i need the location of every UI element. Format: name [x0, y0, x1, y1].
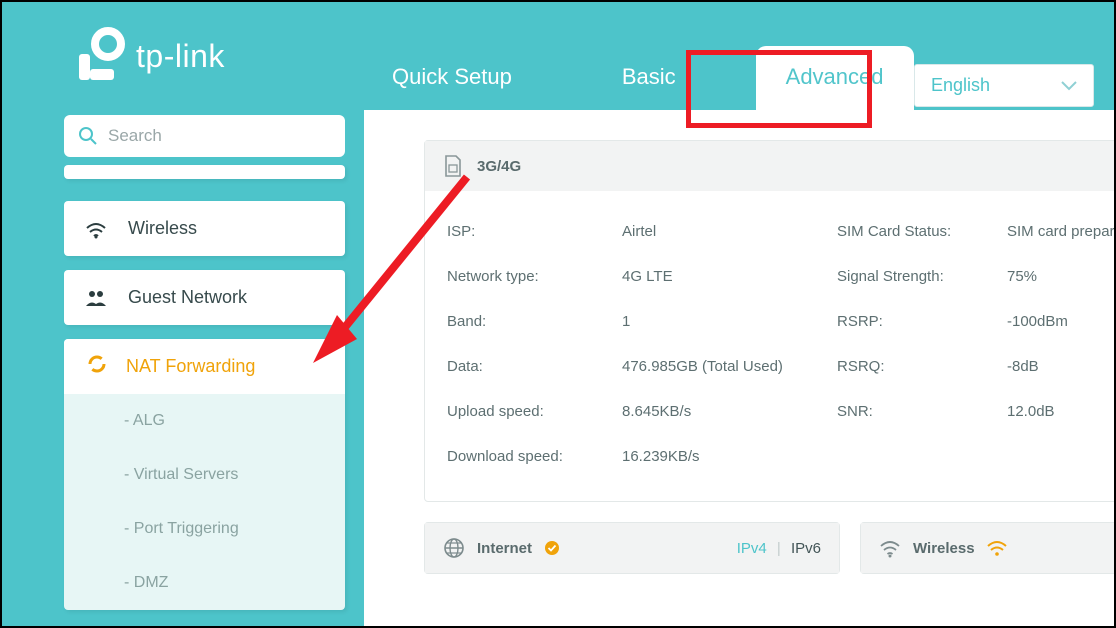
- search-icon: [78, 126, 98, 146]
- content-area: 3G/4G ISP: Airtel SIM Card Status: SIM c…: [364, 110, 1114, 626]
- sidebar-sub-virtual-servers[interactable]: - Virtual Servers: [64, 448, 345, 502]
- search-box[interactable]: [64, 115, 345, 157]
- wifi-icon: [879, 538, 901, 558]
- sidebar-collapsed-item[interactable]: [64, 165, 345, 179]
- sidebar-item-label: Guest Network: [128, 287, 247, 308]
- tab-quick-setup[interactable]: Quick Setup: [362, 46, 542, 110]
- rsrq-label: RSRQ:: [837, 358, 1007, 375]
- rsrp-value: -100dBm: [1007, 313, 1114, 330]
- panel-internet: Internet IPv4 | IPv6: [424, 522, 840, 574]
- data-label: Data:: [447, 358, 622, 375]
- snr-value: 12.0dB: [1007, 403, 1114, 420]
- tab-advanced[interactable]: Advanced: [756, 46, 914, 110]
- ipv4-option[interactable]: IPv4: [737, 540, 767, 557]
- isp-label: ISP:: [447, 223, 622, 240]
- search-input[interactable]: [108, 126, 331, 146]
- language-select[interactable]: English: [914, 64, 1094, 107]
- panel-wireless: Wireless: [860, 522, 1114, 574]
- sidebar-sub-dmz[interactable]: - DMZ: [64, 556, 345, 610]
- network-type-value: 4G LTE: [622, 268, 837, 285]
- panel-3g4g: 3G/4G ISP: Airtel SIM Card Status: SIM c…: [424, 140, 1114, 502]
- band-value: 1: [622, 313, 837, 330]
- isp-value: Airtel: [622, 223, 837, 240]
- internet-title: Internet: [477, 540, 532, 557]
- sim-icon: [443, 155, 463, 177]
- sidebar-item-label: Wireless: [128, 218, 197, 239]
- check-badge-icon: [544, 540, 560, 556]
- sidebar-item-wireless[interactable]: Wireless: [64, 201, 345, 256]
- ipv6-option[interactable]: IPv6: [791, 540, 821, 557]
- sidebar-item-nat-forwarding[interactable]: NAT Forwarding: [64, 339, 345, 394]
- sidebar-sub-port-triggering[interactable]: - Port Triggering: [64, 502, 345, 556]
- chevron-down-icon: [1061, 81, 1077, 91]
- sidebar-item-label: NAT Forwarding: [126, 356, 255, 377]
- data-value: 476.985GB (Total Used): [622, 358, 837, 375]
- sidebar-item-guest-network[interactable]: Guest Network: [64, 270, 345, 325]
- sim-status-label: SIM Card Status:: [837, 223, 1007, 240]
- snr-label: SNR:: [837, 403, 1007, 420]
- tp-link-logo-icon: [70, 26, 130, 86]
- wifi-icon: [84, 217, 108, 241]
- language-value: English: [931, 75, 990, 96]
- wireless-title: Wireless: [913, 540, 975, 557]
- users-icon: [84, 286, 108, 310]
- upload-speed-value: 8.645KB/s: [622, 403, 837, 420]
- rsrp-label: RSRP:: [837, 313, 1007, 330]
- ip-version-toggle[interactable]: IPv4 | IPv6: [737, 540, 821, 557]
- network-type-label: Network type:: [447, 268, 622, 285]
- rsrq-value: -8dB: [1007, 358, 1114, 375]
- brand-text: tp-link: [136, 38, 225, 75]
- download-speed-value: 16.239KB/s: [622, 448, 837, 465]
- upload-speed-label: Upload speed:: [447, 403, 622, 420]
- tab-basic[interactable]: Basic: [592, 46, 706, 110]
- wifi-active-icon: [987, 540, 1007, 556]
- panel-title: 3G/4G: [477, 158, 521, 175]
- refresh-icon: [86, 353, 108, 380]
- sim-status-value: SIM card prepar: [1007, 223, 1114, 240]
- band-label: Band:: [447, 313, 622, 330]
- globe-icon: [443, 537, 465, 559]
- signal-strength-value: 75%: [1007, 268, 1114, 285]
- signal-strength-label: Signal Strength:: [837, 268, 1007, 285]
- brand-logo: tp-link: [70, 26, 225, 86]
- sidebar-sub-alg[interactable]: - ALG: [64, 394, 345, 448]
- download-speed-label: Download speed:: [447, 448, 622, 465]
